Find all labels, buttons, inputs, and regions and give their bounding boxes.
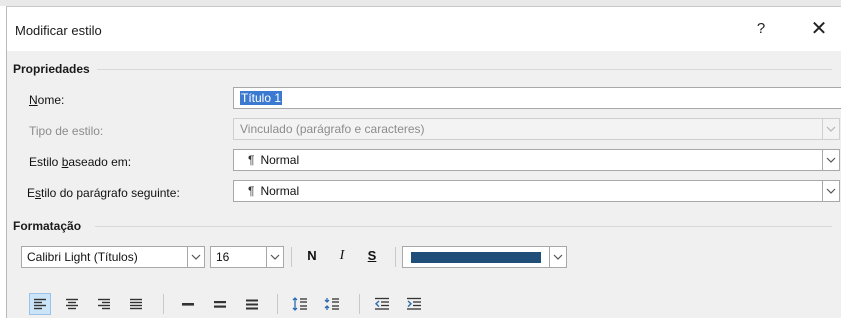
based-on-label: Estilo baseado em:: [29, 155, 132, 169]
chevron-down-icon: [191, 254, 201, 260]
chevron-down-icon: [553, 254, 563, 260]
chevron-down-icon: [826, 157, 836, 163]
space-before-button[interactable]: [289, 293, 311, 315]
font-name-dropdown-button[interactable]: [187, 246, 205, 268]
next-style-select[interactable]: ¶ Normal: [233, 180, 840, 202]
next-style-label: Estilo do parágrafo seguinte:: [27, 186, 180, 200]
italic-button[interactable]: I: [331, 245, 353, 267]
style-type-label: Tipo de estilo:: [29, 124, 104, 138]
style-type-select: Vinculado (parágrafo e caracteres): [233, 118, 840, 140]
line-spacing-single-button[interactable]: [177, 293, 199, 315]
font-name-select[interactable]: Calibri Light (Títulos): [21, 246, 205, 268]
align-right-icon: [98, 298, 110, 310]
space-after-button[interactable]: [321, 293, 343, 315]
font-size-select[interactable]: 16: [210, 246, 284, 268]
increase-indent-icon: [407, 297, 421, 310]
toolbar-separator: [277, 294, 278, 314]
line-spacing-double-button[interactable]: [241, 293, 263, 315]
align-center-button[interactable]: [61, 293, 83, 315]
align-left-icon: [34, 298, 46, 310]
align-right-button[interactable]: [93, 293, 115, 315]
chevron-down-icon: [826, 188, 836, 194]
decrease-indent-button[interactable]: [371, 293, 393, 315]
space-after-icon: [324, 298, 339, 310]
paragraph-icon: ¶: [248, 184, 255, 198]
increase-indent-button[interactable]: [403, 293, 425, 315]
space-before-icon: [292, 297, 307, 311]
close-button[interactable]: ✕: [807, 17, 831, 41]
formatting-group-divider: [95, 226, 832, 227]
line-spacing-onehalf-button[interactable]: [209, 293, 231, 315]
bold-button[interactable]: N: [301, 245, 323, 267]
toolbar-separator: [291, 247, 292, 267]
next-style-dropdown-button[interactable]: [822, 180, 840, 202]
properties-group-divider: [97, 69, 832, 70]
line-spacing-onehalf-icon: [214, 301, 226, 308]
font-name-value: Calibri Light (Títulos): [27, 250, 138, 264]
based-on-value: Normal: [260, 153, 300, 167]
close-icon: ✕: [810, 18, 828, 40]
name-label: Nome:: [29, 93, 65, 107]
chevron-down-icon: [826, 126, 836, 132]
help-button[interactable]: ?: [751, 19, 771, 39]
line-spacing-double-icon: [246, 299, 258, 310]
line-spacing-single-icon: [182, 303, 194, 306]
next-style-value: Normal: [260, 184, 300, 198]
font-size-dropdown-button[interactable]: [266, 246, 284, 268]
style-type-dropdown-button: [822, 118, 840, 140]
toolbar-separator: [395, 247, 396, 267]
formatting-group-label: Formatação: [13, 219, 82, 233]
align-center-icon: [66, 298, 78, 310]
style-type-value: Vinculado (parágrafo e caracteres): [240, 122, 425, 136]
based-on-select[interactable]: ¶ Normal: [233, 149, 840, 171]
toolbar-separator: [359, 294, 360, 314]
font-color-dropdown-button[interactable]: [549, 246, 567, 268]
justify-icon: [130, 298, 142, 310]
justify-button[interactable]: [125, 293, 147, 315]
modify-style-dialog: Modificar estilo ? ✕ Propriedades Nome: …: [6, 6, 841, 318]
font-color-swatch: [411, 252, 541, 263]
font-color-select[interactable]: [402, 246, 567, 268]
title-bar: Modificar estilo ? ✕: [7, 7, 841, 51]
decrease-indent-icon: [374, 297, 389, 310]
align-left-button[interactable]: [29, 293, 51, 315]
based-on-dropdown-button[interactable]: [822, 149, 840, 171]
properties-group-label: Propriedades: [13, 62, 90, 76]
chevron-down-icon: [270, 254, 280, 260]
paragraph-icon: ¶: [248, 153, 255, 167]
name-input-value: Título 1: [240, 91, 283, 105]
toolbar-separator: [163, 294, 164, 314]
name-input[interactable]: Título 1: [233, 87, 841, 109]
font-size-value: 16: [216, 250, 230, 264]
underline-button[interactable]: S: [361, 245, 383, 267]
dialog-title: Modificar estilo: [15, 23, 102, 38]
